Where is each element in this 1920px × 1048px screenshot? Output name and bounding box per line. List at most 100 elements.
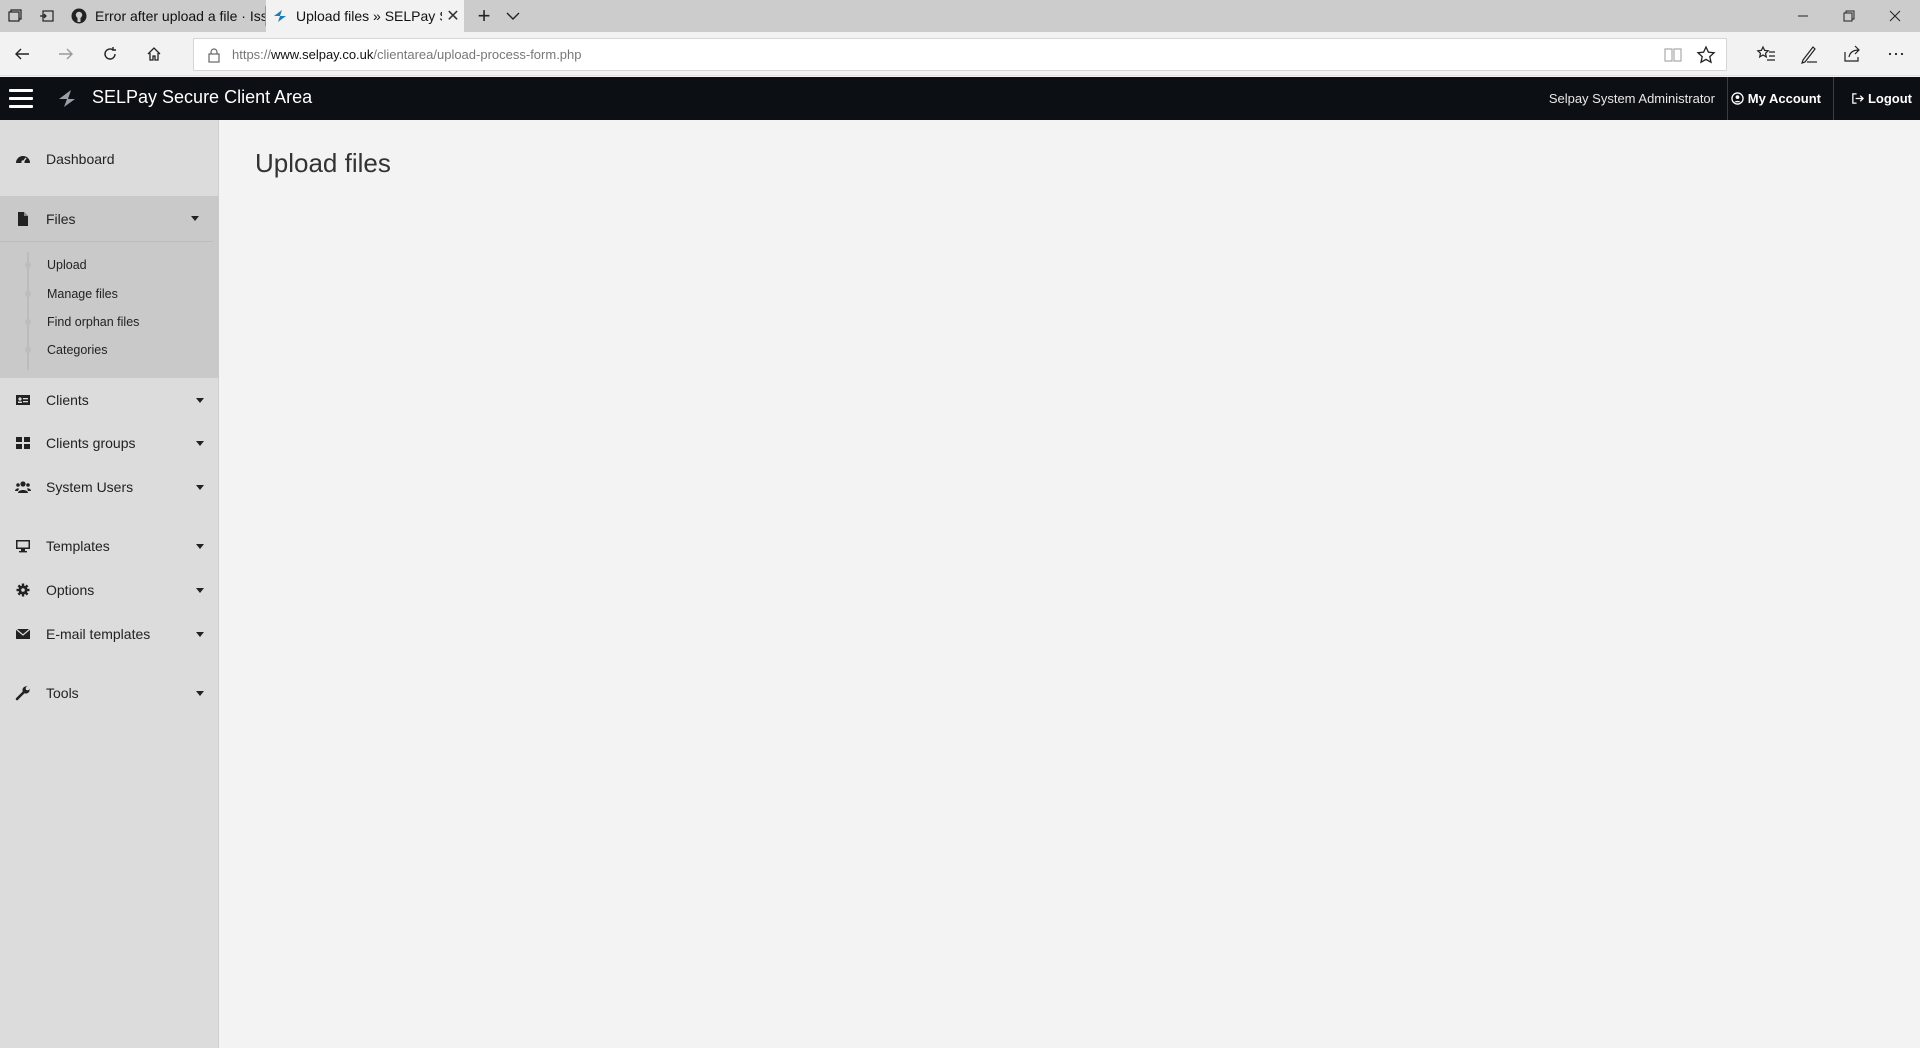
my-account-label: My Account [1747, 91, 1821, 106]
sidebar: Dashboard Files Upload Manage files Find… [0, 120, 219, 1048]
submenu-bullet [25, 291, 31, 297]
refresh-button[interactable] [98, 42, 122, 66]
id-card-icon [16, 395, 30, 405]
sidebar-item-templates[interactable]: Templates [0, 526, 219, 566]
favorites-list-icon [1756, 45, 1775, 61]
refresh-icon [104, 47, 116, 60]
user-circle-icon [1731, 92, 1744, 105]
github-icon [71, 8, 87, 24]
forward-button[interactable] [54, 42, 78, 66]
chevron-down-icon[interactable] [503, 6, 523, 26]
address-bar[interactable]: https://www.selpay.co.uk/clientarea/uplo… [193, 38, 1727, 71]
reading-view-icon[interactable] [1664, 47, 1682, 63]
more-button[interactable]: ⋯ [1884, 42, 1908, 66]
submenu-bullet [25, 347, 31, 353]
sidebar-item-tools[interactable]: Tools [0, 673, 219, 713]
arrow-right-icon [59, 48, 73, 60]
tab-github-issue[interactable]: Error after upload a file · Issu [65, 0, 265, 32]
wrench-icon [15, 686, 30, 701]
web-note-button[interactable] [1797, 42, 1821, 66]
caret-down-icon [196, 631, 204, 637]
set-tabs-aside-icon[interactable] [39, 8, 55, 24]
envelope-icon [15, 628, 31, 639]
share-button[interactable] [1840, 42, 1864, 66]
home-icon [147, 47, 161, 61]
restore-button[interactable] [1826, 0, 1872, 32]
home-button[interactable] [142, 42, 166, 66]
submenu-item-upload[interactable]: Upload [47, 255, 87, 275]
sidebar-item-label: Clients [46, 392, 89, 408]
submenu-bullet [25, 262, 31, 268]
url-domain: www.selpay.co.uk [271, 47, 374, 62]
sign-out-icon [1852, 93, 1864, 104]
app-title: SELPay Secure Client Area [92, 87, 313, 107]
favorites-hub-button[interactable] [1754, 42, 1778, 66]
sidebar-item-files[interactable]: Files [0, 196, 213, 242]
caret-down-icon [196, 587, 204, 593]
caret-down-icon [196, 397, 204, 403]
new-tab-icon[interactable]: + [472, 4, 496, 28]
sidebar-item-label: Dashboard [46, 151, 115, 167]
submenu-item-manage-files[interactable]: Manage files [47, 284, 118, 304]
tab-title: Upload files » SELPay Se [296, 8, 442, 24]
logout-label: Logout [1867, 91, 1912, 106]
share-icon [1844, 45, 1860, 62]
sidebar-item-label: Clients groups [46, 435, 136, 451]
sidebar-item-system-users[interactable]: System Users [0, 467, 219, 507]
url-path: /clientarea/upload-process-form.php [373, 47, 582, 62]
sidebar-item-label: Files [46, 210, 76, 227]
tab-actions-icon[interactable] [7, 8, 23, 24]
grid-icon [16, 437, 30, 449]
tab-title: Error after upload a file · Issu [95, 8, 265, 24]
more-icon: ⋯ [1887, 43, 1905, 64]
lock-icon [208, 48, 220, 63]
restore-icon [1843, 10, 1855, 22]
sidebar-item-dashboard[interactable]: Dashboard [0, 139, 219, 179]
logout-link[interactable]: Logout [1851, 77, 1912, 120]
caret-down-icon [196, 484, 204, 490]
url-scheme: https:// [232, 47, 272, 62]
sidebar-files-section: Files Upload Manage files Find orphan fi… [0, 196, 219, 378]
gear-icon [16, 583, 30, 597]
star-icon[interactable] [1696, 45, 1716, 65]
sidebar-item-label: Templates [46, 538, 110, 554]
file-icon [18, 211, 28, 226]
back-button[interactable] [10, 42, 34, 66]
caret-down-icon [196, 543, 204, 549]
sidebar-item-label: System Users [46, 479, 134, 495]
arrow-left-icon [15, 48, 29, 60]
hamburger-menu-icon[interactable] [9, 89, 33, 109]
sidebar-item-label: E-mail templates [46, 626, 151, 642]
app-header: SELPay Secure Client Area Selpay System … [0, 77, 1920, 120]
page-title: Upload files [255, 148, 391, 178]
sidebar-item-label: Tools [46, 685, 79, 701]
dashboard-icon [16, 156, 30, 164]
selpay-icon [274, 10, 286, 22]
sidebar-item-email-templates[interactable]: E-mail templates [0, 614, 219, 654]
close-tab-icon[interactable]: ✕ [442, 6, 464, 26]
close-icon [1889, 10, 1901, 22]
sidebar-item-clients-groups[interactable]: Clients groups [0, 423, 219, 463]
caret-down-icon [196, 690, 204, 696]
app-logo-icon [59, 90, 75, 107]
pen-icon [1801, 46, 1817, 64]
my-account-link[interactable]: My Account [1731, 77, 1834, 120]
minimize-icon [1798, 15, 1808, 17]
minimize-button[interactable] [1780, 0, 1826, 32]
current-user-name: Selpay System Administrator [1549, 77, 1728, 120]
submenu-item-categories[interactable]: Categories [47, 340, 107, 360]
sidebar-item-options[interactable]: Options [0, 570, 219, 610]
close-window-button[interactable] [1872, 0, 1918, 32]
caret-down-icon [196, 440, 204, 446]
main-content: Upload files [220, 120, 1920, 1048]
submenu-bullet [25, 319, 31, 325]
browser-tab-strip: Error after upload a file · Issu Upload … [0, 0, 1920, 32]
sidebar-item-clients[interactable]: Clients [0, 380, 219, 420]
address-url[interactable]: https://www.selpay.co.uk/clientarea/uplo… [232, 47, 582, 62]
tab-upload-files[interactable]: Upload files » SELPay Se ✕ [266, 0, 464, 32]
users-icon [15, 481, 31, 493]
caret-down-icon [191, 216, 199, 221]
sidebar-item-label: Options [46, 582, 95, 598]
monitor-icon [16, 540, 30, 553]
submenu-item-find-orphan-files[interactable]: Find orphan files [47, 312, 139, 332]
